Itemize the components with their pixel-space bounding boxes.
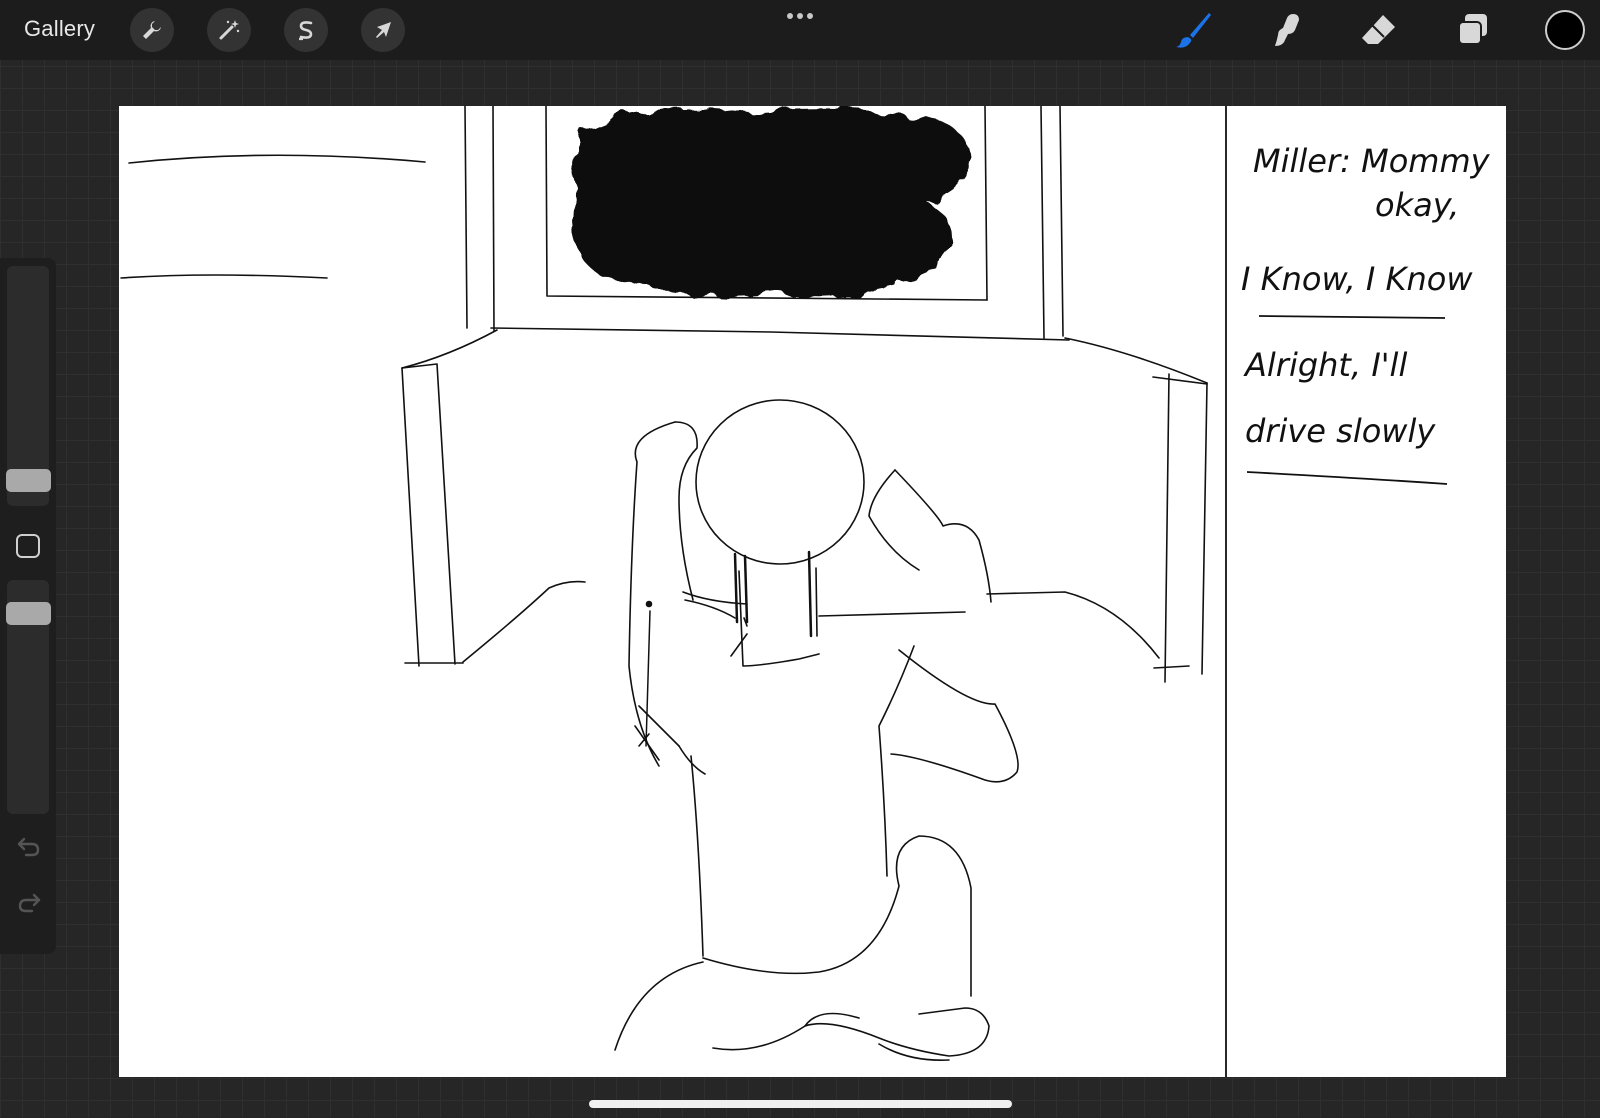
dialogue-underline — [1258, 315, 1446, 319]
character-leg — [702, 835, 972, 997]
character-leg — [878, 1043, 950, 1061]
redo-icon — [18, 893, 41, 913]
redo-button[interactable] — [14, 888, 44, 918]
dialogue-line-1: Miller: Mommy — [1253, 142, 1491, 180]
dialogue-underline — [1246, 471, 1448, 485]
character-arm — [674, 421, 698, 601]
character-arm — [868, 469, 920, 571]
character-leg — [712, 1012, 860, 1051]
window-frame — [464, 105, 468, 329]
eye-mark — [733, 552, 739, 624]
dashboard — [462, 580, 586, 663]
more-options-button[interactable] — [780, 6, 820, 26]
magic-wand-icon — [219, 20, 240, 40]
dialogue-panel: Miller: Mommy okay, I Know, I Know Alrig… — [1241, 142, 1491, 485]
eye-mark — [807, 550, 813, 638]
sketch-line — [128, 154, 426, 164]
left-sidebar — [0, 258, 56, 954]
character-arm — [890, 649, 1019, 783]
adjustments-button[interactable] — [207, 8, 251, 52]
procreate-app: Gallery Miller: Mommy okay, I Know, I Kn… — [0, 0, 1600, 1118]
wrench-icon — [143, 21, 161, 39]
modify-button[interactable] — [16, 534, 40, 558]
character-leg — [804, 1007, 990, 1057]
selection-s-icon — [299, 21, 313, 41]
dashboard — [401, 367, 420, 667]
window-frame — [490, 327, 1070, 341]
dashboard — [1153, 665, 1190, 669]
character-body — [818, 611, 966, 617]
character-body — [815, 567, 818, 637]
brush-opacity-slider-thumb[interactable] — [6, 602, 51, 625]
dialogue-line-4: Alright, I'll — [1243, 346, 1407, 384]
dialogue-line-3: I Know, I Know — [1241, 260, 1473, 298]
window-frame — [1059, 105, 1064, 337]
transform-button[interactable] — [361, 8, 405, 52]
actions-button[interactable] — [130, 8, 174, 52]
eye-mark — [743, 554, 749, 624]
eraser-tool-button[interactable] — [1355, 8, 1401, 52]
dashboard — [1164, 373, 1170, 683]
dashboard — [401, 329, 498, 369]
eye-mark — [645, 600, 653, 608]
brush-tool-button[interactable] — [1170, 8, 1216, 52]
sketch-line — [120, 274, 328, 279]
character-body — [730, 633, 748, 657]
night-sky-scribble — [572, 108, 972, 298]
window-frame — [1040, 105, 1045, 339]
window-frame — [984, 105, 988, 301]
dialogue-line-5: drive slowly — [1245, 412, 1436, 450]
sketch-artwork: Miller: Mommy okay, I Know, I Know Alrig… — [120, 105, 1491, 1078]
dashboard — [1201, 382, 1208, 675]
arrow-cursor-icon — [376, 22, 391, 38]
color-picker-button[interactable] — [1545, 10, 1585, 50]
character-leg — [614, 961, 704, 1051]
dialogue-line-2: okay, — [1375, 186, 1459, 224]
character-head — [695, 399, 865, 565]
smudge-tool-button[interactable] — [1262, 8, 1308, 52]
character-body — [738, 570, 820, 667]
character-arm — [894, 469, 992, 603]
eraser-icon — [1362, 15, 1395, 44]
character-body — [690, 755, 704, 957]
home-indicator[interactable] — [589, 1100, 1012, 1108]
layers-button[interactable] — [1450, 8, 1496, 52]
sketch-line — [634, 705, 680, 761]
ellipsis-icon — [787, 13, 813, 19]
top-toolbar: Gallery — [0, 0, 1600, 60]
smudge-icon — [1275, 14, 1299, 46]
brush-size-slider-thumb[interactable] — [6, 469, 51, 492]
dashboard — [986, 591, 1160, 659]
character-arm — [628, 421, 676, 767]
eye-mark — [645, 610, 651, 747]
undo-button[interactable] — [14, 832, 44, 862]
drawing-canvas[interactable]: Miller: Mommy okay, I Know, I Know Alrig… — [119, 105, 1506, 1078]
layers-icon — [1458, 14, 1487, 45]
undo-icon — [17, 837, 40, 857]
brush-icon — [1176, 13, 1211, 48]
dashboard — [1064, 337, 1208, 384]
window-frame — [492, 105, 495, 332]
gallery-button[interactable]: Gallery — [24, 16, 95, 42]
selection-button[interactable] — [284, 8, 328, 52]
